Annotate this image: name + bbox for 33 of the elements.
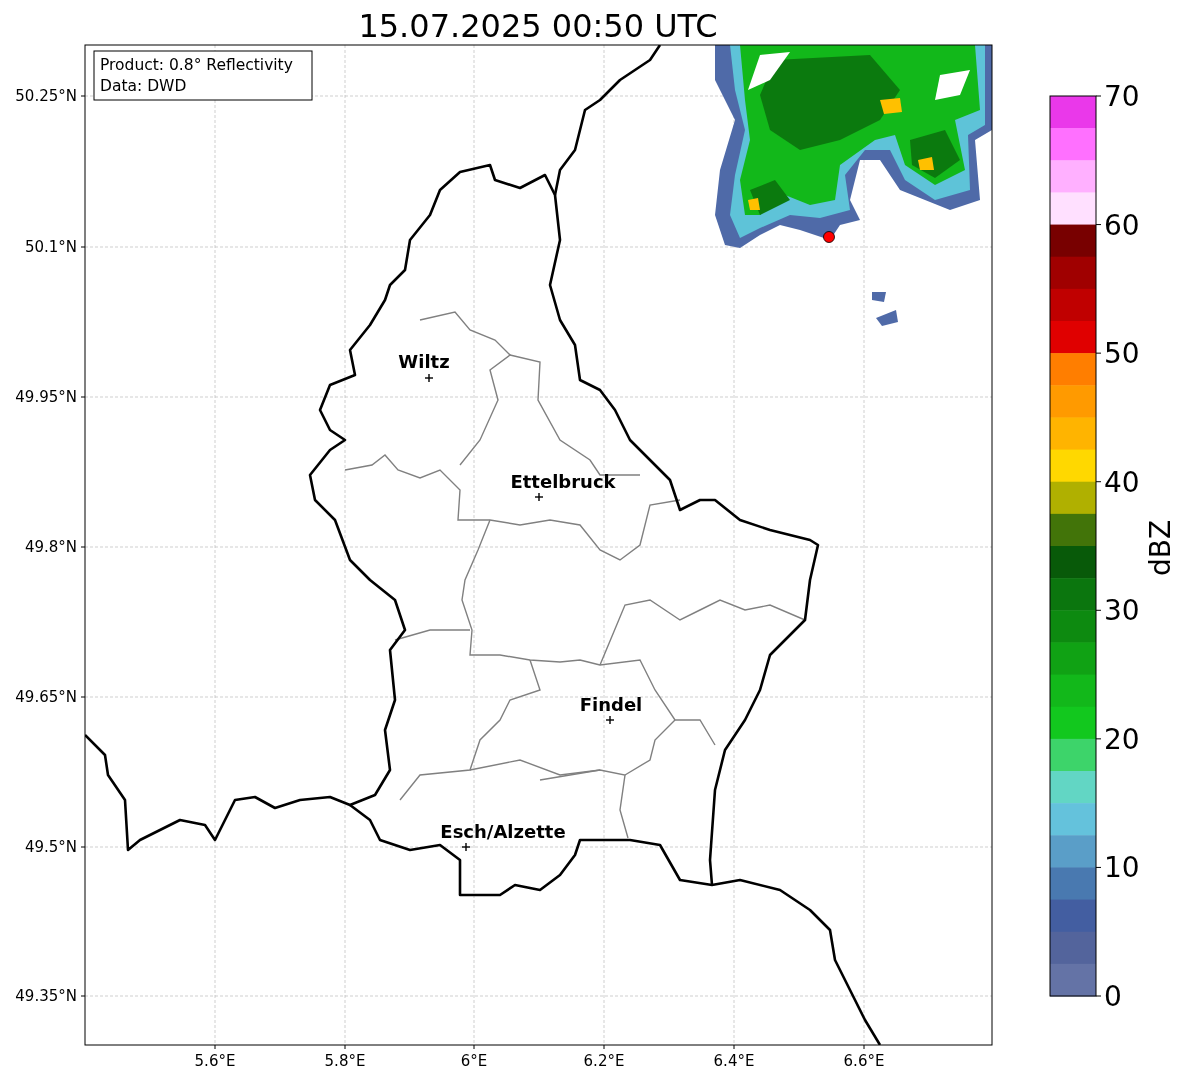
longitude-tick-label: 6.2°E bbox=[583, 1052, 625, 1070]
latitude-tick-label: 50.25°N bbox=[15, 87, 77, 105]
city-label: Wiltz bbox=[398, 351, 450, 372]
latitude-tick-label: 49.35°N bbox=[15, 987, 77, 1005]
city-marker bbox=[424, 373, 434, 383]
latitude-tick-label: 49.65°N bbox=[15, 688, 77, 706]
colorbar-tick-label: 40 bbox=[1104, 465, 1140, 499]
longitude-tick-label: 5.6°E bbox=[194, 1052, 236, 1070]
longitude-tick-label: 6.4°E bbox=[713, 1052, 755, 1070]
latitude-tick-label: 49.95°N bbox=[15, 388, 77, 406]
colorbar-tick-label: 50 bbox=[1104, 337, 1140, 371]
city-marker bbox=[461, 842, 471, 852]
info-text: Product: 0.8° Reflectivity bbox=[100, 56, 293, 74]
longitude-tick-label: 5.8°E bbox=[324, 1052, 366, 1070]
city-label: Ettelbruck bbox=[510, 471, 616, 492]
longitude-tick-label: 6.6°E bbox=[843, 1052, 885, 1070]
city-label: Esch/Alzette bbox=[440, 821, 566, 842]
city-marker bbox=[605, 715, 615, 725]
colorbar-tick-label: 10 bbox=[1104, 851, 1140, 885]
colorbar-label: dBZ bbox=[1144, 519, 1177, 577]
city-marker bbox=[534, 492, 544, 502]
colorbar-tick-label: 0 bbox=[1104, 980, 1122, 1013]
colorbar-tick-label: 70 bbox=[1104, 80, 1140, 113]
colorbar-tick-label: 30 bbox=[1104, 594, 1140, 628]
colorbar-tick-label: 60 bbox=[1104, 208, 1140, 242]
colorbar-tick-label: 20 bbox=[1104, 722, 1140, 756]
longitude-tick-label: 6°E bbox=[460, 1052, 488, 1070]
chart-title: 15.07.2025 00:50 UTC bbox=[358, 7, 718, 45]
latitude-tick-label: 49.5°N bbox=[24, 838, 77, 856]
latitude-tick-label: 49.8°N bbox=[24, 538, 77, 556]
latitude-tick-label: 50.1°N bbox=[24, 238, 77, 256]
info-text: Data: DWD bbox=[100, 77, 187, 95]
city-label: Findel bbox=[579, 694, 643, 715]
